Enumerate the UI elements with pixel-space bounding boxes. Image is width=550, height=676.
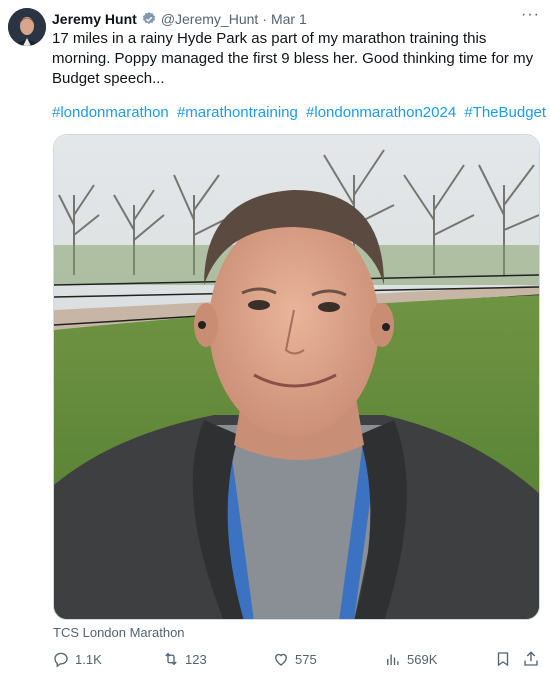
verified-badge-icon [141,11,157,27]
share-button[interactable] [522,650,540,668]
selfie-photo [54,135,539,619]
repost-icon [165,652,177,666]
hashtag-link[interactable]: #marathontraining [177,104,298,121]
tweet-header: Jeremy Hunt @Jeremy_Hunt · Mar 1 [52,9,540,29]
tweet-text: 17 miles in a rainy Hyde Park as part of… [52,30,534,87]
author-avatar[interactable] [8,8,46,46]
reply-icon [54,652,68,668]
reply-count: 1.1K [75,651,102,667]
tweet-date[interactable]: Mar 1 [271,11,307,27]
more-options-icon[interactable]: ··· [521,6,540,24]
analytics-icon [387,654,399,665]
hashtag-link[interactable]: #londonmarathon2024 [306,104,456,121]
bookmark-button[interactable] [494,650,512,668]
separator-dot: · [262,11,267,27]
tweet-photo[interactable] [53,134,540,620]
heart-icon [275,653,287,666]
author-name[interactable]: Jeremy Hunt [52,11,137,27]
repost-count: 123 [185,651,207,667]
action-bar: 1.1K 123 575 569K [52,650,540,670]
author-handle[interactable]: @Jeremy_Hunt [161,11,258,27]
view-count: 569K [407,651,438,667]
avatar-image [8,8,46,46]
hashtag-link[interactable]: #londonmarathon [52,104,169,121]
views-button[interactable]: 569K [384,650,437,668]
bookmark-icon [497,652,509,667]
repost-button[interactable]: 123 [162,650,207,668]
reply-button[interactable]: 1.1K [52,650,102,668]
media-caption[interactable]: TCS London Marathon [53,625,185,640]
hashtag-row: #londonmarathon #marathontraining #londo… [52,103,546,123]
like-button[interactable]: 575 [272,650,317,668]
hashtag-link[interactable]: #TheBudget [464,104,546,121]
share-icon [524,651,538,666]
like-count: 575 [295,651,317,667]
